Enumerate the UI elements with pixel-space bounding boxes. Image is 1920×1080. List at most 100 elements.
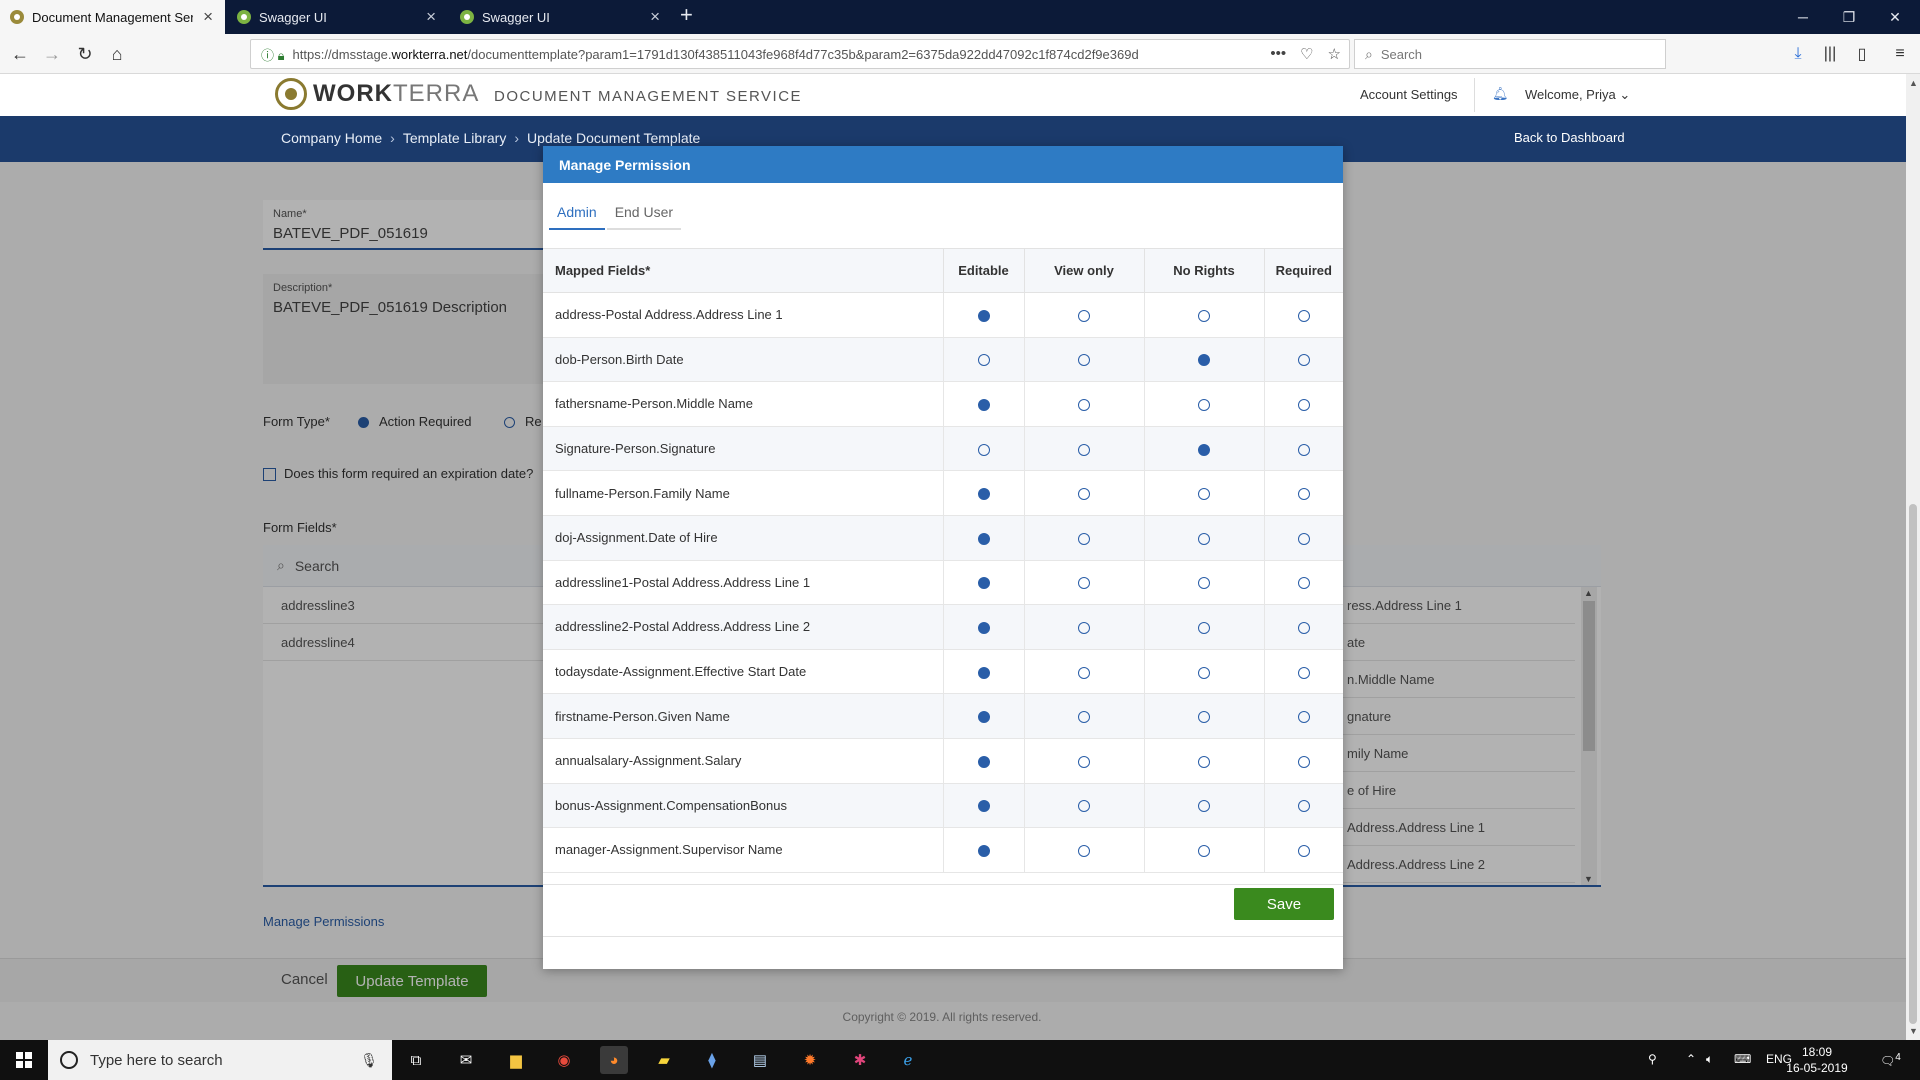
permission-radio-editable[interactable] (977, 443, 990, 456)
back-arrow-icon[interactable]: ← (8, 42, 32, 66)
permission-radio-required[interactable] (1297, 711, 1310, 724)
permission-radio-view-only[interactable] (1078, 800, 1090, 813)
internet-explorer-icon[interactable]: ℯ (894, 1046, 922, 1074)
workterra-logo[interactable]: WORKTERRA (275, 78, 479, 110)
permission-radio-editable[interactable] (977, 666, 990, 679)
permission-radio-view-only[interactable] (1078, 755, 1090, 768)
user-menu[interactable]: Welcome, Priya ⌄ (1525, 87, 1630, 103)
permission-radio-no-rights[interactable] (1198, 755, 1210, 768)
address-bar[interactable]: ⓘ 🔒︎ https://dmsstage.workterra.net/docu… (250, 39, 1350, 69)
permission-radio-view-only[interactable] (1078, 309, 1090, 322)
close-tab-icon[interactable]: × (203, 7, 213, 27)
library-icon[interactable]: ||| (1818, 42, 1842, 66)
permission-radio-no-rights[interactable] (1198, 443, 1210, 456)
browser-tab-swagger-1[interactable]: Swagger UI × (227, 0, 448, 34)
forward-arrow-icon[interactable]: → (40, 42, 64, 66)
permission-radio-view-only[interactable] (1078, 399, 1090, 412)
permission-radio-no-rights[interactable] (1198, 577, 1210, 590)
minimize-window-icon[interactable]: ─ (1780, 0, 1826, 34)
tab-admin[interactable]: Admin (549, 196, 605, 230)
back-to-dashboard-link[interactable]: Back to Dashboard (1514, 130, 1625, 145)
permission-radio-editable[interactable] (977, 399, 990, 412)
permission-radio-editable[interactable] (977, 577, 990, 590)
people-icon[interactable]: ⚲ (1648, 1052, 1657, 1066)
permission-radio-required[interactable] (1297, 309, 1310, 322)
permission-radio-view-only[interactable] (1078, 711, 1090, 724)
permission-radio-required[interactable] (1297, 800, 1310, 813)
permission-radio-view-only[interactable] (1078, 577, 1090, 590)
permission-radio-no-rights[interactable] (1198, 800, 1210, 813)
permission-radio-view-only[interactable] (1078, 443, 1090, 456)
browser-tab-dms[interactable]: Document Management Servic × (0, 0, 225, 34)
page-scrollbar[interactable]: ▲ ▼ (1906, 74, 1920, 1040)
permission-radio-required[interactable] (1297, 532, 1310, 545)
permission-radio-no-rights[interactable] (1198, 622, 1210, 635)
chrome-icon[interactable]: ◉ (550, 1046, 578, 1074)
permission-radio-editable[interactable] (977, 532, 990, 545)
new-tab-plus-icon[interactable]: + (680, 2, 693, 28)
breadcrumb-company-home[interactable]: Company Home (281, 130, 382, 146)
mail-app-icon[interactable]: ✉ (452, 1046, 480, 1074)
permission-radio-required[interactable] (1297, 443, 1310, 456)
permission-radio-editable[interactable] (977, 844, 990, 857)
scrollbar-thumb[interactable] (1909, 504, 1917, 1024)
permission-radio-editable[interactable] (977, 800, 990, 813)
permission-radio-no-rights[interactable] (1198, 666, 1210, 679)
pocket-icon[interactable]: ♡ (1300, 45, 1313, 63)
postman-icon[interactable]: ✹ (796, 1046, 824, 1074)
scroll-down-icon[interactable]: ▼ (1909, 1026, 1918, 1036)
permission-radio-required[interactable] (1297, 577, 1310, 590)
permission-radio-no-rights[interactable] (1198, 844, 1210, 857)
permission-radio-required[interactable] (1297, 844, 1310, 857)
restore-window-icon[interactable]: ❐ (1826, 0, 1872, 34)
menu-hamburger-icon[interactable]: ≡ (1888, 42, 1912, 66)
task-view-icon[interactable]: ⧉ (402, 1046, 430, 1074)
permission-radio-required[interactable] (1297, 755, 1310, 768)
firefox-icon[interactable]: ◕ (600, 1046, 628, 1074)
notifications-icon[interactable]: 🗨︎4 (1880, 1052, 1901, 1068)
permission-radio-view-only[interactable] (1078, 488, 1090, 501)
permission-radio-no-rights[interactable] (1198, 711, 1210, 724)
browser-search-input[interactable]: ⌕ Search (1354, 39, 1666, 69)
permission-radio-view-only[interactable] (1078, 666, 1090, 679)
permission-radio-required[interactable] (1297, 399, 1310, 412)
permission-radio-no-rights[interactable] (1198, 532, 1210, 545)
microphone-icon[interactable]: 🎙︎ (360, 1052, 378, 1069)
permission-radio-view-only[interactable] (1078, 354, 1090, 367)
volume-icon[interactable]: 🔈︎ (1706, 1052, 1713, 1067)
keyboard-icon[interactable]: ⌨ (1734, 1052, 1751, 1066)
permission-radio-required[interactable] (1297, 354, 1310, 367)
permission-radio-editable[interactable] (977, 711, 990, 724)
permission-radio-required[interactable] (1297, 622, 1310, 635)
permission-radio-required[interactable] (1297, 488, 1310, 501)
windows-start-icon[interactable] (0, 1040, 48, 1080)
taskbar-search-input[interactable]: Type here to search 🎙︎ (48, 1040, 392, 1080)
permission-radio-editable[interactable] (977, 354, 990, 367)
account-settings-link[interactable]: Account Settings (1360, 87, 1458, 102)
file-explorer-icon[interactable]: ▆ (502, 1046, 530, 1074)
permission-radio-editable[interactable] (977, 755, 990, 768)
breadcrumb-template-library[interactable]: Template Library (403, 130, 507, 146)
browser-tab-swagger-2[interactable]: Swagger UI × (450, 0, 672, 34)
slack-icon[interactable]: ✱ (846, 1046, 874, 1074)
sidebar-icon[interactable]: ▯ (1850, 42, 1874, 66)
close-tab-icon[interactable]: × (650, 7, 660, 27)
close-window-icon[interactable]: ✕ (1872, 0, 1918, 34)
scroll-up-icon[interactable]: ▲ (1909, 78, 1918, 88)
permission-radio-no-rights[interactable] (1198, 309, 1210, 322)
tray-chevron-up-icon[interactable]: ⌃ (1686, 1052, 1696, 1066)
permission-radio-required[interactable] (1297, 666, 1310, 679)
bookmark-star-icon[interactable]: ☆ (1328, 45, 1341, 63)
permission-radio-editable[interactable] (977, 488, 990, 501)
permission-radio-view-only[interactable] (1078, 844, 1090, 857)
close-tab-icon[interactable]: × (426, 7, 436, 27)
page-actions-icon[interactable]: ••• (1270, 45, 1286, 63)
permission-radio-view-only[interactable] (1078, 532, 1090, 545)
tab-end-user[interactable]: End User (606, 196, 682, 230)
notepad-icon[interactable]: ▤ (746, 1046, 774, 1074)
permission-radio-no-rights[interactable] (1198, 488, 1210, 501)
reload-icon[interactable]: ↻ (73, 42, 97, 66)
permission-radio-view-only[interactable] (1078, 622, 1090, 635)
vs-code-icon[interactable]: ⧫ (698, 1046, 726, 1074)
permission-radio-editable[interactable] (977, 622, 990, 635)
